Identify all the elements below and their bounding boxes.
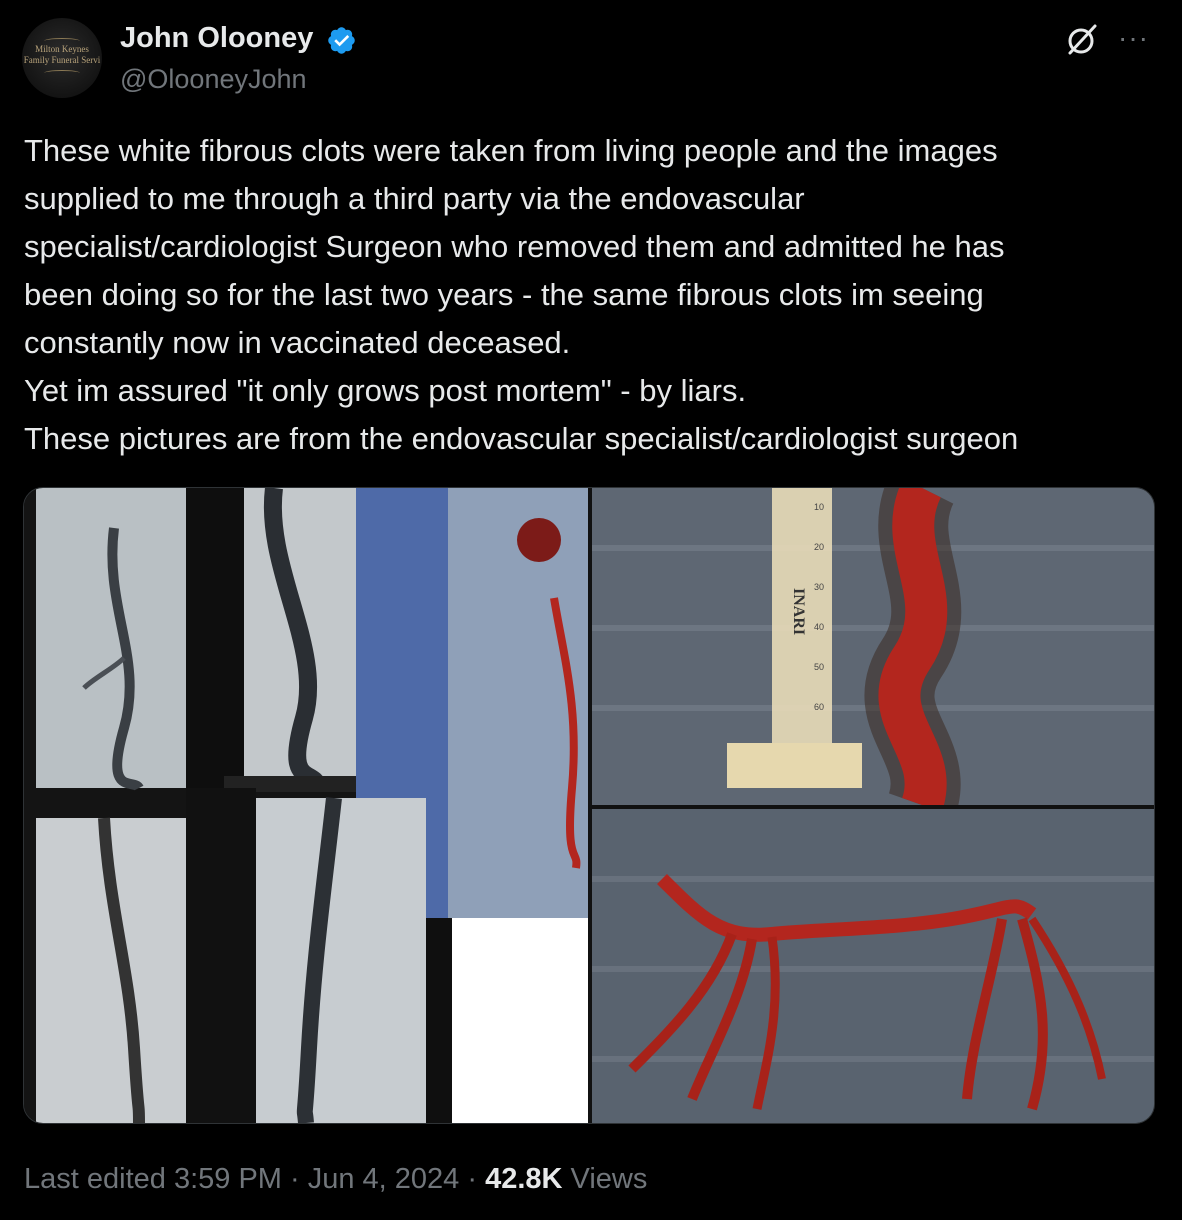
syringe-tick: 10 — [814, 502, 824, 512]
syringe-clot-image[interactable]: INARI 10 20 30 40 50 60 — [592, 488, 1154, 805]
verified-badge-icon — [328, 27, 355, 54]
tweet-text: These white fibrous clots were taken fro… — [24, 133, 1019, 456]
author-name[interactable]: John Olooney — [120, 22, 313, 55]
grok-icon[interactable] — [1064, 22, 1100, 58]
more-icon[interactable]: ··· — [1118, 24, 1149, 52]
views-count: 42.8K — [485, 1163, 563, 1195]
syringe-tick: 30 — [814, 582, 824, 592]
tweet-footer: Last edited 3:59 PM · Jun 4, 2024 · 42.8… — [24, 1163, 647, 1196]
avatar-text-line1: Milton Keynes — [35, 44, 89, 54]
syringe-brand: INARI — [790, 588, 807, 635]
media-grid[interactable]: INARI 10 20 30 40 50 60 — [23, 487, 1155, 1124]
syringe-tick: 50 — [814, 662, 824, 672]
angiogram-collage-image[interactable] — [24, 488, 588, 1123]
syringe-tick: 40 — [814, 622, 824, 632]
avatar-text-line2: Family Funeral Servi — [23, 55, 101, 65]
edited-timestamp[interactable]: Last edited 3:59 PM · Jun 4, 2024 · — [24, 1163, 485, 1195]
avatar[interactable]: Milton Keynes Family Funeral Servi — [22, 18, 102, 98]
syringe-tick: 20 — [814, 542, 824, 552]
syringe-tick: 60 — [814, 702, 824, 712]
clot-specimen-image[interactable] — [592, 809, 1154, 1123]
views-label: Views — [562, 1163, 648, 1195]
author-handle[interactable]: @OlooneyJohn — [120, 64, 307, 95]
avatar-ornament — [44, 70, 80, 76]
